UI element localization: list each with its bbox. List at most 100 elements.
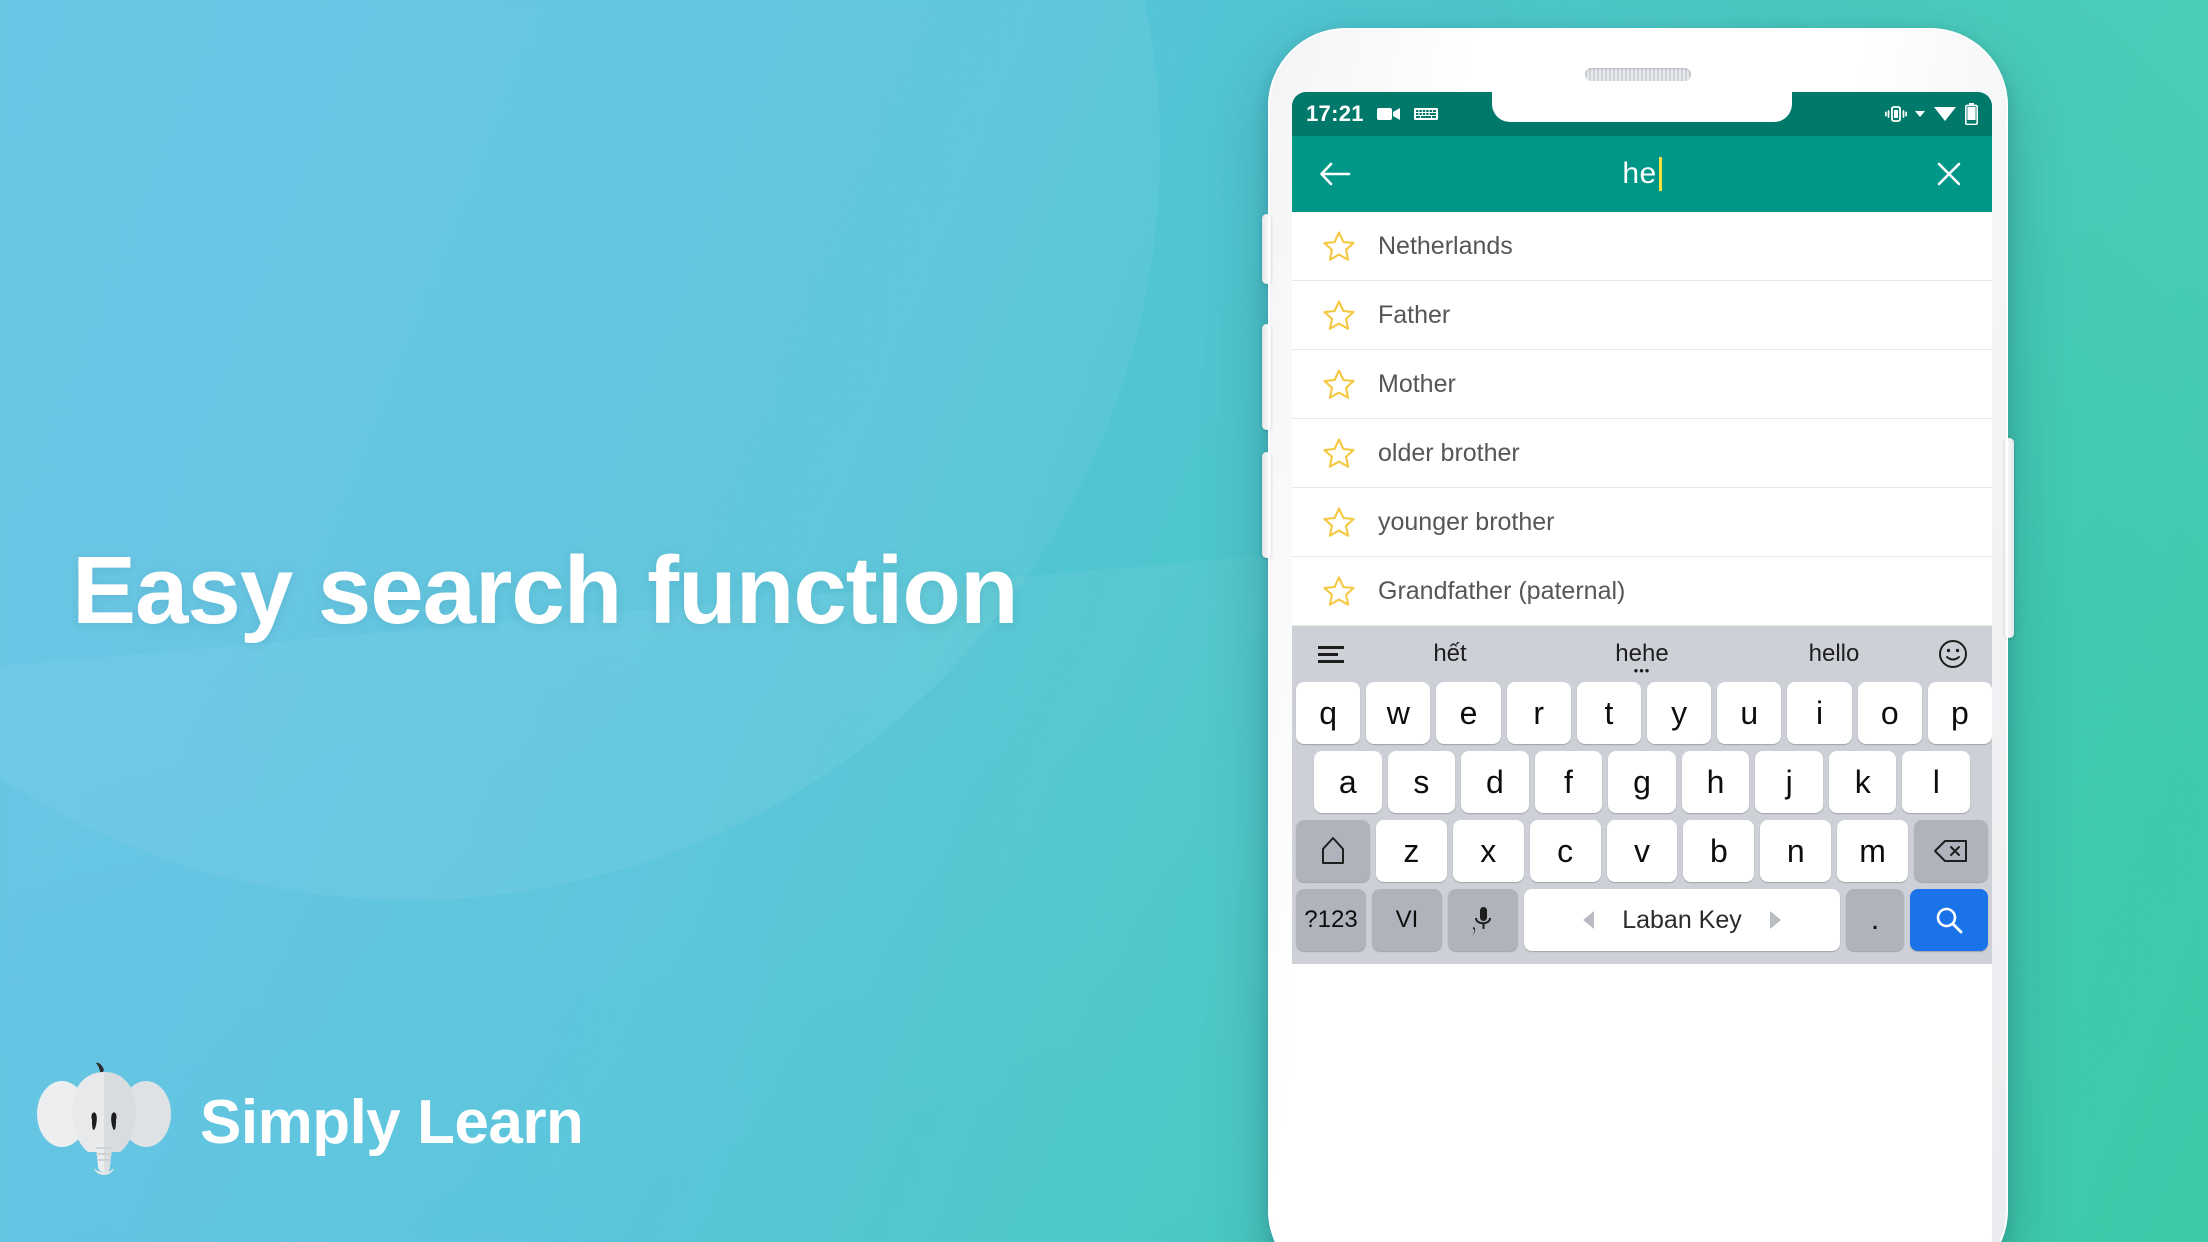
key-j[interactable]: j xyxy=(1755,751,1823,813)
phone-screen: 17:21 he Netherlands Father Mother older… xyxy=(1292,92,1992,1242)
key-l[interactable]: l xyxy=(1902,751,1971,813)
brand-name: Simply Learn xyxy=(200,1087,584,1157)
result-label: Father xyxy=(1378,300,1451,329)
key-s[interactable]: s xyxy=(1387,751,1456,813)
elephant-logo-icon xyxy=(37,1062,171,1175)
search-submit-key[interactable] xyxy=(1910,889,1988,951)
background-sheen-top xyxy=(0,0,1160,900)
symbols-key[interactable]: ?123 xyxy=(1296,889,1366,951)
shift-caps-icon xyxy=(1322,837,1344,864)
result-label: Mother xyxy=(1378,369,1456,398)
phone-side-button-middle[interactable] xyxy=(1262,324,1271,430)
key-p[interactable]: p xyxy=(1927,682,1992,744)
brand-lockup: Simply Learn xyxy=(36,1062,584,1182)
key-o[interactable]: o xyxy=(1857,682,1922,744)
keyboard-row-1: q w e r t y u i o p xyxy=(1292,682,1992,744)
status-bar-clock: 17:21 xyxy=(1306,101,1364,126)
key-d[interactable]: d xyxy=(1461,751,1529,813)
key-i[interactable]: i xyxy=(1787,682,1852,744)
phone-side-button-top[interactable] xyxy=(1262,214,1271,284)
key-t[interactable]: t xyxy=(1576,682,1641,744)
key-z[interactable]: z xyxy=(1376,820,1447,882)
keyboard-row-3: z x c v b n m xyxy=(1292,820,1992,882)
key-c[interactable]: c xyxy=(1529,820,1601,882)
result-label: Grandfather (paternal) xyxy=(1378,576,1626,605)
phone-speaker-grille xyxy=(1585,68,1691,81)
clear-search-button[interactable] xyxy=(1926,151,1972,197)
period-key[interactable]: . xyxy=(1846,889,1904,951)
keyboard-row-4: ?123 VI Laban Key . xyxy=(1292,889,1992,951)
key-q[interactable]: q xyxy=(1295,682,1361,744)
search-input[interactable]: he xyxy=(1358,157,1926,191)
result-label: younger brother xyxy=(1378,507,1555,536)
table-row[interactable]: older brother xyxy=(1292,419,1992,488)
key-w[interactable]: w xyxy=(1366,682,1431,744)
star-outline-icon[interactable] xyxy=(1316,430,1362,476)
key-a[interactable]: a xyxy=(1313,751,1382,813)
search-input-value: he xyxy=(1622,157,1657,190)
phone-mockup: 17:21 he Netherlands Father Mother older… xyxy=(1262,28,2014,1242)
suggestion-bar: hết hehe hello xyxy=(1292,626,1992,682)
key-m[interactable]: m xyxy=(1837,820,1909,882)
star-outline-icon[interactable] xyxy=(1316,499,1362,545)
table-row[interactable]: Grandfather (paternal) xyxy=(1292,557,1992,626)
star-outline-icon[interactable] xyxy=(1316,568,1362,614)
close-icon xyxy=(1937,162,1961,186)
back-button[interactable] xyxy=(1312,151,1358,197)
table-row[interactable]: Father xyxy=(1292,281,1992,350)
vibrate-icon xyxy=(1885,106,1907,122)
chevron-right-icon[interactable] xyxy=(1769,911,1781,929)
key-f[interactable]: f xyxy=(1534,751,1603,813)
space-key-label: Laban Key xyxy=(1622,905,1742,934)
suggestion-item[interactable]: hehe xyxy=(1546,640,1738,668)
suggestion-item[interactable]: hết xyxy=(1354,640,1546,668)
keyboard-icon xyxy=(1413,108,1438,120)
key-b[interactable]: b xyxy=(1683,820,1755,882)
hamburger-menu-icon[interactable] xyxy=(1308,642,1354,667)
language-key[interactable]: VI xyxy=(1372,889,1442,951)
screen-notch xyxy=(1492,92,1792,122)
chevron-left-icon[interactable] xyxy=(1583,911,1595,929)
dropdown-triangle-icon xyxy=(1915,111,1925,117)
star-outline-icon[interactable] xyxy=(1316,361,1362,407)
search-icon xyxy=(1936,907,1963,934)
key-k[interactable]: k xyxy=(1828,751,1897,813)
wifi-icon xyxy=(1934,107,1956,121)
result-label: Netherlands xyxy=(1378,231,1513,260)
backspace-icon xyxy=(1934,840,1968,862)
back-arrow-icon xyxy=(1320,162,1351,186)
search-app-bar: he xyxy=(1292,136,1992,212)
microphone-comma-icon xyxy=(1472,907,1491,936)
status-bar-right xyxy=(1885,103,1978,125)
emoji-smiley-icon[interactable] xyxy=(1930,638,1976,670)
keyboard-row-2: a s d f g h j k l xyxy=(1292,751,1992,813)
key-r[interactable]: r xyxy=(1506,682,1571,744)
key-n[interactable]: n xyxy=(1760,820,1832,882)
key-e[interactable]: e xyxy=(1436,682,1501,744)
key-x[interactable]: x xyxy=(1452,820,1524,882)
table-row[interactable]: Mother xyxy=(1292,350,1992,419)
key-v[interactable]: v xyxy=(1606,820,1678,882)
status-bar-left: 17:21 xyxy=(1306,101,1438,127)
search-results-list: Netherlands Father Mother older brother xyxy=(1292,212,1992,626)
star-outline-icon[interactable] xyxy=(1316,292,1362,338)
phone-side-button-bottom[interactable] xyxy=(1262,452,1271,558)
table-row[interactable]: younger brother xyxy=(1292,488,1992,557)
key-g[interactable]: g xyxy=(1608,751,1676,813)
battery-icon xyxy=(1965,103,1978,125)
key-y[interactable]: y xyxy=(1647,682,1712,744)
star-outline-icon[interactable] xyxy=(1316,223,1362,269)
microphone-key[interactable] xyxy=(1448,889,1518,951)
on-screen-keyboard: hết hehe hello q w e r t y xyxy=(1292,626,1992,964)
space-key[interactable]: Laban Key xyxy=(1524,889,1840,951)
text-cursor xyxy=(1658,157,1662,191)
result-label: older brother xyxy=(1378,438,1520,467)
table-row[interactable]: Netherlands xyxy=(1292,212,1992,281)
shift-key[interactable] xyxy=(1296,820,1370,882)
key-h[interactable]: h xyxy=(1681,751,1750,813)
status-bar: 17:21 xyxy=(1292,92,1992,136)
key-u[interactable]: u xyxy=(1717,682,1782,744)
phone-side-button-right[interactable] xyxy=(2005,438,2014,638)
backspace-key[interactable] xyxy=(1914,820,1989,882)
suggestion-item[interactable]: hello xyxy=(1738,640,1930,668)
